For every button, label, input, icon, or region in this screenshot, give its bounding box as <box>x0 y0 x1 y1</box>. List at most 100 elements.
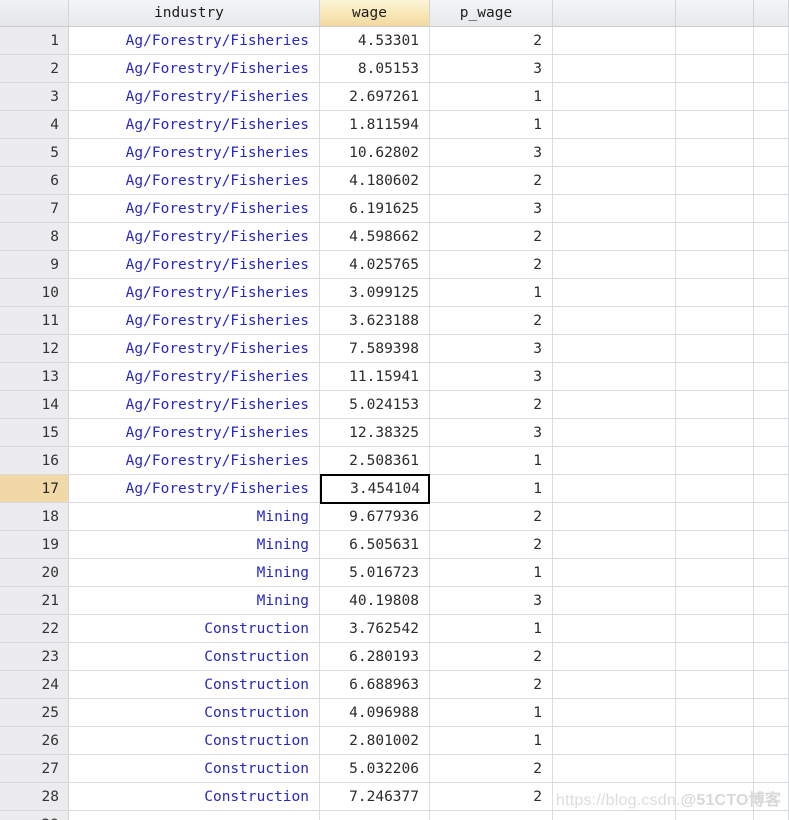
cell-p_wage[interactable]: 3 <box>430 587 553 614</box>
cell-p_wage[interactable]: 3 <box>430 419 553 446</box>
cell-wage[interactable]: 8.05153 <box>320 55 430 82</box>
cell-industry[interactable]: Ag/Forestry/Fisheries <box>69 363 320 390</box>
table-row[interactable]: 2 Ag/Forestry/Fisheries 8.05153 3 <box>0 55 789 83</box>
cell-industry[interactable]: Ag/Forestry/Fisheries <box>69 111 320 138</box>
cell-empty1[interactable] <box>553 503 676 530</box>
column-header-wage[interactable]: wage <box>320 0 430 26</box>
cell-industry[interactable]: Ag/Forestry/Fisheries <box>69 27 320 54</box>
cell-industry[interactable]: Construction <box>69 615 320 642</box>
cell-p_wage[interactable]: 1 <box>430 727 553 754</box>
cell-wage[interactable]: 6.280193 <box>320 643 430 670</box>
cell-wage[interactable]: 12.38325 <box>320 419 430 446</box>
cell-industry[interactable]: Ag/Forestry/Fisheries <box>69 419 320 446</box>
row-number-cell[interactable]: 12 <box>0 335 69 362</box>
cell-industry[interactable]: Construction <box>69 755 320 782</box>
cell-empty2[interactable] <box>676 391 754 418</box>
cell-empty2[interactable] <box>676 279 754 306</box>
cell-p_wage[interactable]: 2 <box>430 531 553 558</box>
cell-p_wage[interactable]: 2 <box>430 783 553 810</box>
cell-industry[interactable]: Ag/Forestry/Fisheries <box>69 139 320 166</box>
cell-p_wage[interactable]: 2 <box>430 671 553 698</box>
cell-empty3[interactable] <box>754 195 789 222</box>
table-row[interactable]: 6 Ag/Forestry/Fisheries 4.180602 2 <box>0 167 789 195</box>
cell-wage[interactable] <box>320 811 430 820</box>
table-row[interactable]: 11 Ag/Forestry/Fisheries 3.623188 2 <box>0 307 789 335</box>
cell-empty2[interactable] <box>676 531 754 558</box>
cell-empty1[interactable] <box>553 251 676 278</box>
cell-empty1[interactable] <box>553 223 676 250</box>
cell-wage[interactable]: 40.19808 <box>320 587 430 614</box>
cell-p_wage[interactable]: 3 <box>430 139 553 166</box>
cell-p_wage[interactable]: 2 <box>430 223 553 250</box>
cell-empty2[interactable] <box>676 503 754 530</box>
row-number-cell[interactable]: 22 <box>0 615 69 642</box>
cell-industry[interactable]: Ag/Forestry/Fisheries <box>69 83 320 110</box>
cell-wage[interactable]: 6.505631 <box>320 531 430 558</box>
row-number-cell[interactable]: 21 <box>0 587 69 614</box>
cell-wage[interactable]: 6.191625 <box>320 195 430 222</box>
cell-empty1[interactable] <box>553 55 676 82</box>
cell-empty3[interactable] <box>754 587 789 614</box>
cell-empty2[interactable] <box>676 83 754 110</box>
table-row[interactable]: 19 Mining 6.505631 2 <box>0 531 789 559</box>
cell-empty2[interactable] <box>676 699 754 726</box>
cell-empty2[interactable] <box>676 783 754 810</box>
cell-p_wage[interactable]: 3 <box>430 335 553 362</box>
cell-empty2[interactable] <box>676 475 754 502</box>
column-header-empty3[interactable] <box>754 0 789 26</box>
cell-empty1[interactable] <box>553 111 676 138</box>
table-row[interactable]: 17 Ag/Forestry/Fisheries 3.454104 1 <box>0 474 789 504</box>
table-row[interactable]: 13 Ag/Forestry/Fisheries 11.15941 3 <box>0 363 789 391</box>
table-row[interactable]: 24 Construction 6.688963 2 <box>0 671 789 699</box>
row-number-cell[interactable]: 8 <box>0 223 69 250</box>
table-row[interactable]: 26 Construction 2.801002 1 <box>0 727 789 755</box>
cell-p_wage[interactable]: 2 <box>430 307 553 334</box>
cell-empty1[interactable] <box>553 279 676 306</box>
cell-p_wage[interactable]: 3 <box>430 195 553 222</box>
cell-wage[interactable]: 6.688963 <box>320 671 430 698</box>
cell-industry[interactable]: Construction <box>69 699 320 726</box>
cell-industry[interactable]: Construction <box>69 643 320 670</box>
cell-empty1[interactable] <box>553 811 676 820</box>
table-row[interactable]: 15 Ag/Forestry/Fisheries 12.38325 3 <box>0 419 789 447</box>
table-row[interactable]: 21 Mining 40.19808 3 <box>0 587 789 615</box>
table-row[interactable]: 8 Ag/Forestry/Fisheries 4.598662 2 <box>0 223 789 251</box>
cell-empty2[interactable] <box>676 447 754 474</box>
table-row[interactable]: 22 Construction 3.762542 1 <box>0 615 789 643</box>
cell-empty2[interactable] <box>676 727 754 754</box>
cell-empty1[interactable] <box>553 783 676 810</box>
row-number-cell[interactable]: 20 <box>0 559 69 586</box>
cell-industry[interactable]: Ag/Forestry/Fisheries <box>69 223 320 250</box>
cell-industry[interactable]: Ag/Forestry/Fisheries <box>69 167 320 194</box>
table-row[interactable]: 23 Construction 6.280193 2 <box>0 643 789 671</box>
cell-wage[interactable]: 2.697261 <box>320 83 430 110</box>
cell-empty3[interactable] <box>754 251 789 278</box>
cell-wage[interactable]: 4.180602 <box>320 167 430 194</box>
row-number-cell[interactable]: 28 <box>0 783 69 810</box>
cell-industry[interactable]: Construction <box>69 727 320 754</box>
table-row[interactable]: 10 Ag/Forestry/Fisheries 3.099125 1 <box>0 279 789 307</box>
cell-empty3[interactable] <box>754 279 789 306</box>
row-number-cell[interactable]: 27 <box>0 755 69 782</box>
cell-industry[interactable]: Construction <box>69 671 320 698</box>
cell-empty1[interactable] <box>553 587 676 614</box>
row-number-cell[interactable]: 9 <box>0 251 69 278</box>
cell-wage[interactable]: 7.589398 <box>320 335 430 362</box>
cell-empty2[interactable] <box>676 335 754 362</box>
cell-industry[interactable]: Ag/Forestry/Fisheries <box>69 335 320 362</box>
cell-empty1[interactable] <box>553 531 676 558</box>
cell-empty1[interactable] <box>553 755 676 782</box>
row-number-cell[interactable]: 25 <box>0 699 69 726</box>
cell-p_wage[interactable]: 1 <box>430 699 553 726</box>
row-number-cell[interactable]: 7 <box>0 195 69 222</box>
cell-p_wage[interactable]: 2 <box>430 27 553 54</box>
cell-empty2[interactable] <box>676 55 754 82</box>
cell-p_wage[interactable]: 2 <box>430 643 553 670</box>
column-header-empty2[interactable] <box>676 0 754 26</box>
cell-p_wage[interactable]: 3 <box>430 55 553 82</box>
table-row[interactable]: 12 Ag/Forestry/Fisheries 7.589398 3 <box>0 335 789 363</box>
cell-empty3[interactable] <box>754 27 789 54</box>
cell-empty3[interactable] <box>754 167 789 194</box>
cell-p_wage[interactable]: 2 <box>430 391 553 418</box>
row-number-cell[interactable]: 14 <box>0 391 69 418</box>
